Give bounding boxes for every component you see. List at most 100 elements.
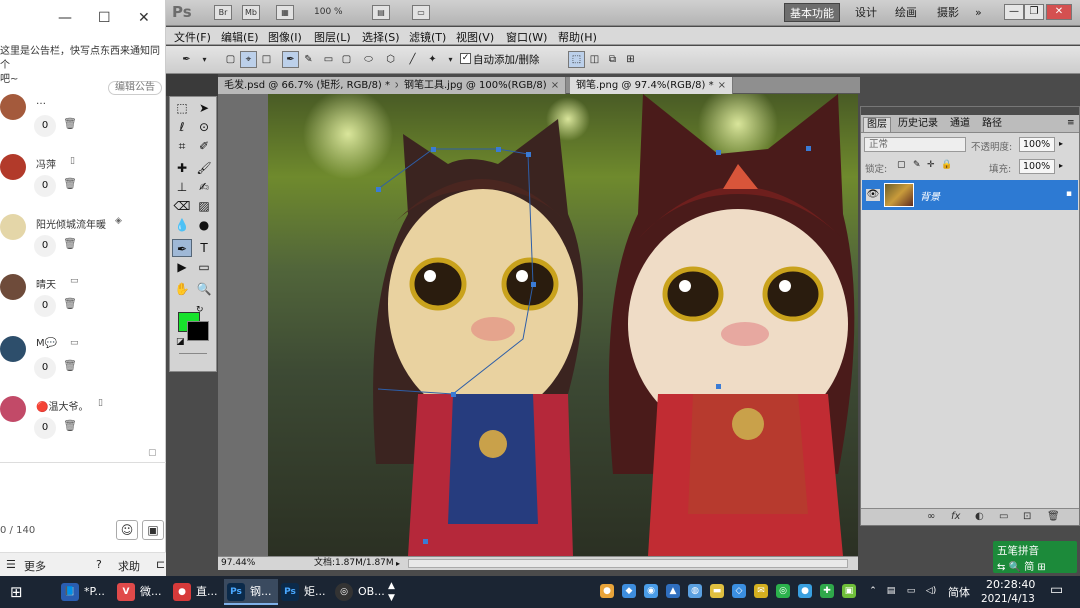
- document-canvas[interactable]: [268, 94, 858, 556]
- collapse-icon[interactable]: ▢: [148, 448, 157, 458]
- tray-icon[interactable]: ●: [600, 584, 614, 598]
- windows-start-icon[interactable]: ⊞: [10, 583, 23, 601]
- bridge-button[interactable]: Br: [214, 5, 232, 20]
- member-item[interactable]: M💬 ▭ 0 🗑: [0, 330, 166, 390]
- trash-icon[interactable]: 🗑: [63, 359, 77, 372]
- path-intersect-icon[interactable]: ⧉: [604, 51, 621, 68]
- workspace-painting[interactable]: 绘画: [890, 3, 922, 22]
- restore-icon[interactable]: ❐: [1024, 4, 1044, 20]
- lock-all-icon[interactable]: 🔒: [941, 160, 952, 170]
- notification-icon[interactable]: ▭: [1050, 582, 1063, 598]
- menu-window[interactable]: 窗口(W): [506, 29, 547, 45]
- workspace-essentials[interactable]: 基本功能: [784, 3, 840, 22]
- shape-layers-icon[interactable]: ▢: [222, 51, 239, 68]
- battery-icon[interactable]: ▭: [904, 584, 918, 598]
- hand-tool-icon[interactable]: ✋: [172, 280, 192, 298]
- dodge-tool-icon[interactable]: ●: [194, 216, 214, 234]
- more-workspaces-icon[interactable]: »: [970, 3, 987, 22]
- more-label[interactable]: 更多: [24, 558, 46, 574]
- zoom-tool-icon[interactable]: 🔍: [194, 280, 214, 298]
- ime-language[interactable]: 简体: [948, 584, 970, 600]
- trash-icon[interactable]: 🗑: [63, 237, 77, 250]
- overflow-arrow-icon[interactable]: ⌃: [866, 584, 880, 598]
- menu-layer[interactable]: 图层(L): [314, 29, 351, 45]
- tray-icon[interactable]: ◉: [644, 584, 658, 598]
- brush-tool-icon[interactable]: 🖌: [194, 159, 214, 177]
- taskbar-scroll-icon[interactable]: ▲ ▼: [388, 580, 395, 604]
- tab-close-icon[interactable]: ×: [551, 80, 559, 91]
- tab-close-icon[interactable]: ×: [718, 80, 726, 91]
- new-layer-icon[interactable]: ⊡: [1023, 511, 1031, 522]
- trash-icon[interactable]: 🗑: [63, 177, 77, 190]
- line-icon[interactable]: ╱: [404, 51, 421, 68]
- network-icon[interactable]: ▤: [884, 584, 898, 598]
- menu-help[interactable]: 帮助(H): [558, 29, 597, 45]
- clone-stamp-icon[interactable]: ⊥: [172, 178, 192, 196]
- tab-history[interactable]: 历史记录: [895, 117, 941, 132]
- emoji-button[interactable]: ☺: [116, 520, 138, 540]
- taskbar-item[interactable]: 📘 *P...: [58, 579, 111, 605]
- tray-icon[interactable]: ▣: [842, 584, 856, 598]
- tray-icon[interactable]: ◍: [688, 584, 702, 598]
- image-button[interactable]: ▣: [142, 520, 164, 540]
- ellipse-icon[interactable]: ⬭: [360, 51, 377, 68]
- lasso-tool-icon[interactable]: ℓ: [172, 118, 192, 136]
- menu-filter[interactable]: 滤镜(T): [409, 29, 446, 45]
- pen-icon[interactable]: ✒: [282, 51, 299, 68]
- member-item[interactable]: 🔴温大爷。 ▯ 0 🗑: [0, 390, 166, 450]
- trash-icon[interactable]: 🗑: [63, 419, 77, 432]
- lock-image-icon[interactable]: ✎: [913, 160, 921, 170]
- member-item[interactable]: 冯萍 ▯ 0 🗑: [0, 148, 166, 208]
- swap-colors-icon[interactable]: ↻: [196, 305, 204, 315]
- clock-time[interactable]: 20:28:40: [986, 578, 1035, 591]
- fill-dropdown-icon[interactable]: ▸: [1059, 161, 1063, 170]
- tray-icon[interactable]: ✚: [820, 584, 834, 598]
- doc-tab[interactable]: 毛发.psd @ 66.7% (矩形, RGB/8) *×: [218, 77, 410, 94]
- healing-brush-icon[interactable]: ✚: [172, 159, 192, 177]
- taskbar-item[interactable]: ● 直...: [170, 579, 224, 605]
- eraser-icon[interactable]: ⌫: [172, 197, 192, 215]
- ime-toolbar[interactable]: 五笔拼音 ⇆ 🔍 简 ⊞: [993, 541, 1077, 573]
- member-item[interactable]: 晴天 ▭ 0 🗑: [0, 268, 166, 328]
- minibridge-button[interactable]: Mb: [242, 5, 260, 20]
- pen-tool-icon[interactable]: ✒: [172, 239, 192, 257]
- path-subtract-icon[interactable]: ◫: [586, 51, 603, 68]
- menu-image[interactable]: 图像(I): [268, 29, 302, 45]
- fill-pixels-icon[interactable]: □: [258, 51, 275, 68]
- panel-header[interactable]: [861, 107, 1079, 115]
- zoom-level[interactable]: 100 %: [314, 7, 343, 17]
- horizontal-scrollbar[interactable]: [408, 559, 848, 568]
- crop-tool-icon[interactable]: ⌗: [172, 137, 192, 155]
- volume-icon[interactable]: ◁): [924, 584, 938, 598]
- path-exclude-icon[interactable]: ⊞: [622, 51, 639, 68]
- default-colors-icon[interactable]: ◪: [176, 337, 185, 347]
- tab-layers[interactable]: 图层: [863, 117, 891, 132]
- workspace-photography[interactable]: 摄影: [932, 3, 964, 22]
- rectangle-icon[interactable]: ▭: [320, 51, 337, 68]
- menu-view[interactable]: 视图(V): [456, 29, 494, 45]
- minimize-icon[interactable]: —: [58, 10, 72, 26]
- status-zoom[interactable]: 97.44%: [221, 557, 255, 570]
- taskbar-item[interactable]: V 微...: [114, 579, 168, 605]
- trash-icon[interactable]: 🗑: [63, 117, 77, 130]
- menu-edit[interactable]: 编辑(E): [221, 29, 259, 45]
- tab-channels[interactable]: 通道: [947, 117, 973, 132]
- wechat-icon[interactable]: ◎: [776, 584, 790, 598]
- qq-icon[interactable]: ●: [798, 584, 812, 598]
- close-icon[interactable]: ✕: [138, 10, 150, 26]
- pen-preset-icon[interactable]: ✒: [178, 51, 195, 68]
- rounded-rect-icon[interactable]: ▢: [338, 51, 355, 68]
- shape-tool-icon[interactable]: ▭: [194, 258, 214, 276]
- link-layers-icon[interactable]: ∞: [927, 511, 935, 522]
- help-icon[interactable]: ?: [96, 558, 102, 571]
- delete-layer-icon[interactable]: 🗑: [1047, 511, 1060, 522]
- tray-icon[interactable]: ✉: [754, 584, 768, 598]
- ime-controls[interactable]: ⇆ 🔍 简 ⊞: [997, 558, 1046, 573]
- polygon-icon[interactable]: ⬡: [382, 51, 399, 68]
- taskbar-item[interactable]: Ps 矩...: [278, 579, 332, 605]
- visibility-eye-icon[interactable]: 👁: [866, 189, 880, 201]
- opacity-dropdown-icon[interactable]: ▸: [1059, 139, 1063, 148]
- tray-icon[interactable]: ▲: [666, 584, 680, 598]
- handle-icon[interactable]: ⊏: [156, 558, 165, 571]
- adjustment-layer-icon[interactable]: ◐: [975, 511, 984, 522]
